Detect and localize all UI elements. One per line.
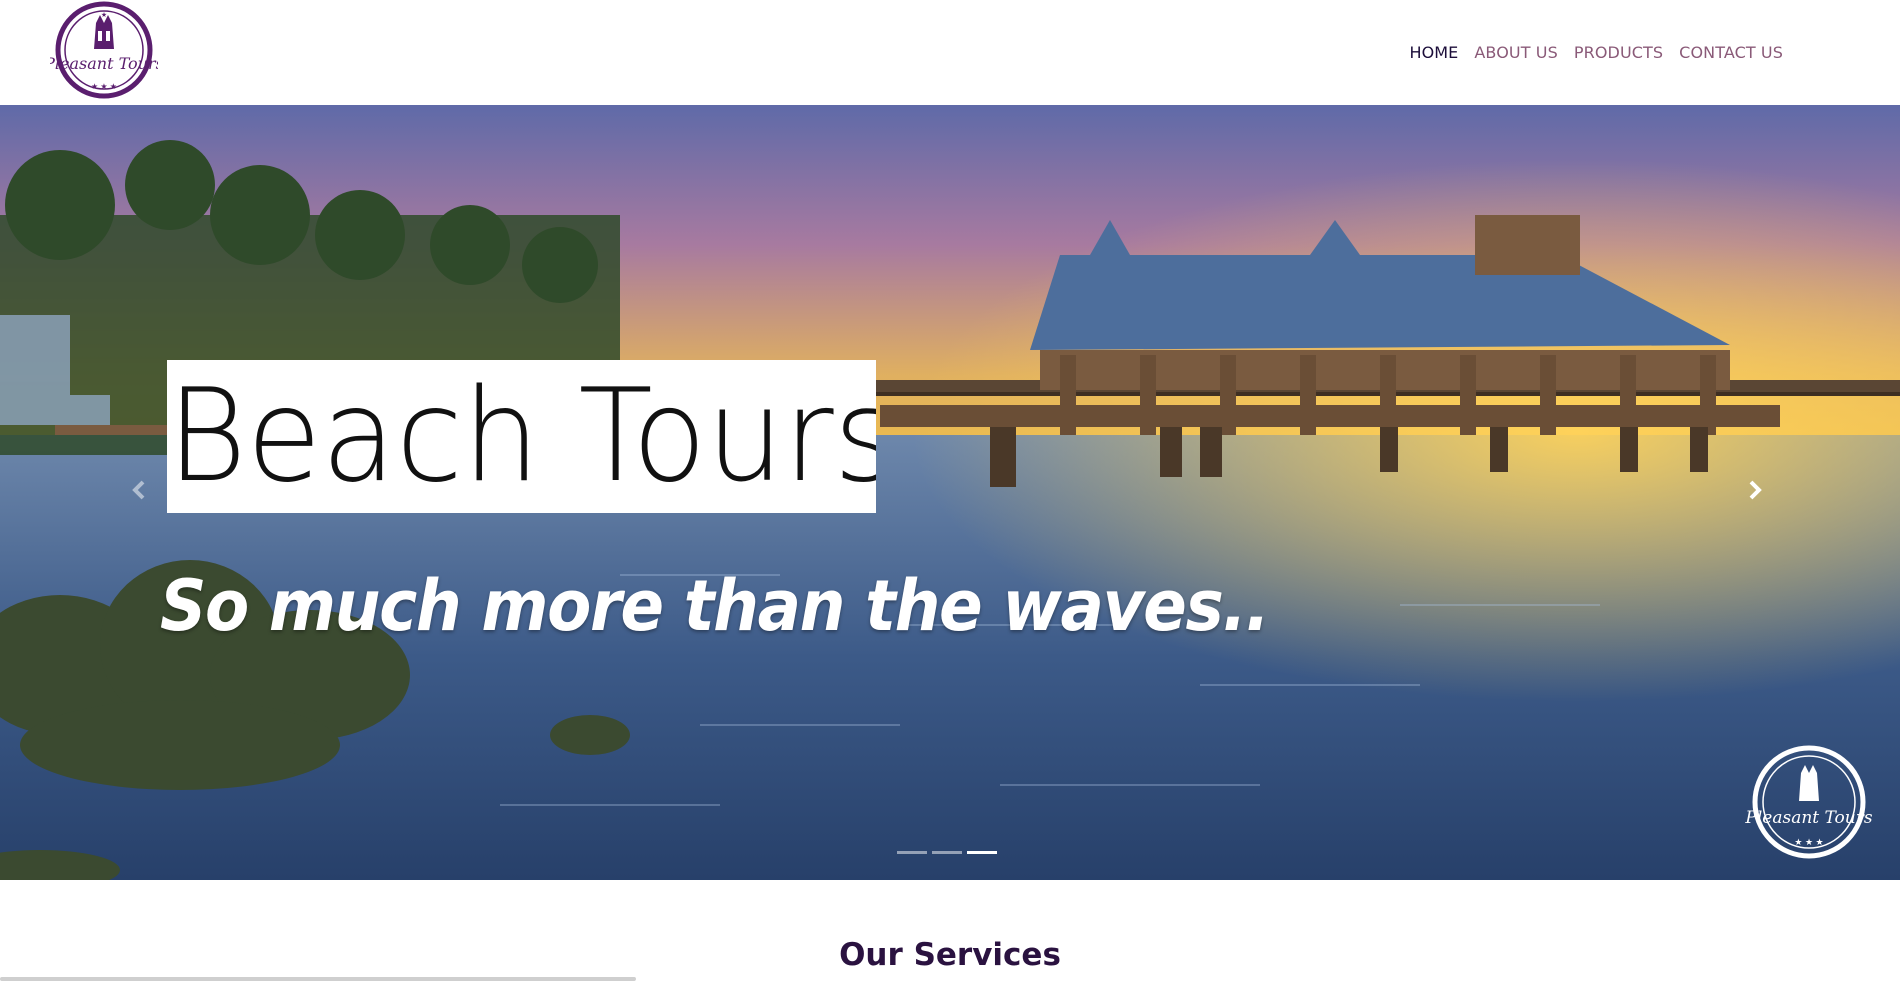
chevron-left-icon[interactable] bbox=[124, 475, 154, 505]
site-header: Pleasant Tours ★ ★ ★ ★ HOME ABOUT US PRO… bbox=[0, 0, 1903, 105]
pleasant-tours-watermark-logo: Pleasant Tours ★ ★ ★ bbox=[1745, 745, 1873, 859]
horizontal-scrollbar[interactable] bbox=[0, 977, 636, 981]
hero-subtitle: So much more than the waves.. bbox=[160, 565, 1270, 647]
nav-products[interactable]: PRODUCTS bbox=[1566, 43, 1671, 62]
hero-title: Beach Tours bbox=[167, 362, 876, 511]
svg-text:Pleasant Tours: Pleasant Tours bbox=[1745, 808, 1873, 828]
svg-text:★ ★ ★: ★ ★ ★ bbox=[1794, 837, 1823, 847]
main-nav: HOME ABOUT US PRODUCTS CONTACT US bbox=[1401, 43, 1791, 62]
svg-text:★ ★ ★: ★ ★ ★ bbox=[91, 82, 117, 91]
carousel-indicators bbox=[897, 851, 997, 854]
svg-text:Pleasant Tours: Pleasant Tours bbox=[50, 54, 158, 73]
svg-text:★: ★ bbox=[101, 11, 107, 19]
slide-indicator-1[interactable] bbox=[897, 851, 927, 854]
nav-contact-us[interactable]: CONTACT US bbox=[1671, 43, 1791, 62]
nav-about-us[interactable]: ABOUT US bbox=[1466, 43, 1565, 62]
nav-home[interactable]: HOME bbox=[1401, 43, 1466, 62]
slide-indicator-3[interactable] bbox=[967, 851, 997, 854]
services-heading: Our Services bbox=[839, 937, 1061, 973]
chevron-right-icon[interactable] bbox=[1740, 475, 1770, 505]
pleasant-tours-logo[interactable]: Pleasant Tours ★ ★ ★ ★ bbox=[50, 1, 158, 99]
hero-title-box: Beach Tours bbox=[167, 360, 876, 513]
slide-indicator-2[interactable] bbox=[932, 851, 962, 854]
hero-carousel: Beach Tours So much more than the waves.… bbox=[0, 105, 1900, 880]
